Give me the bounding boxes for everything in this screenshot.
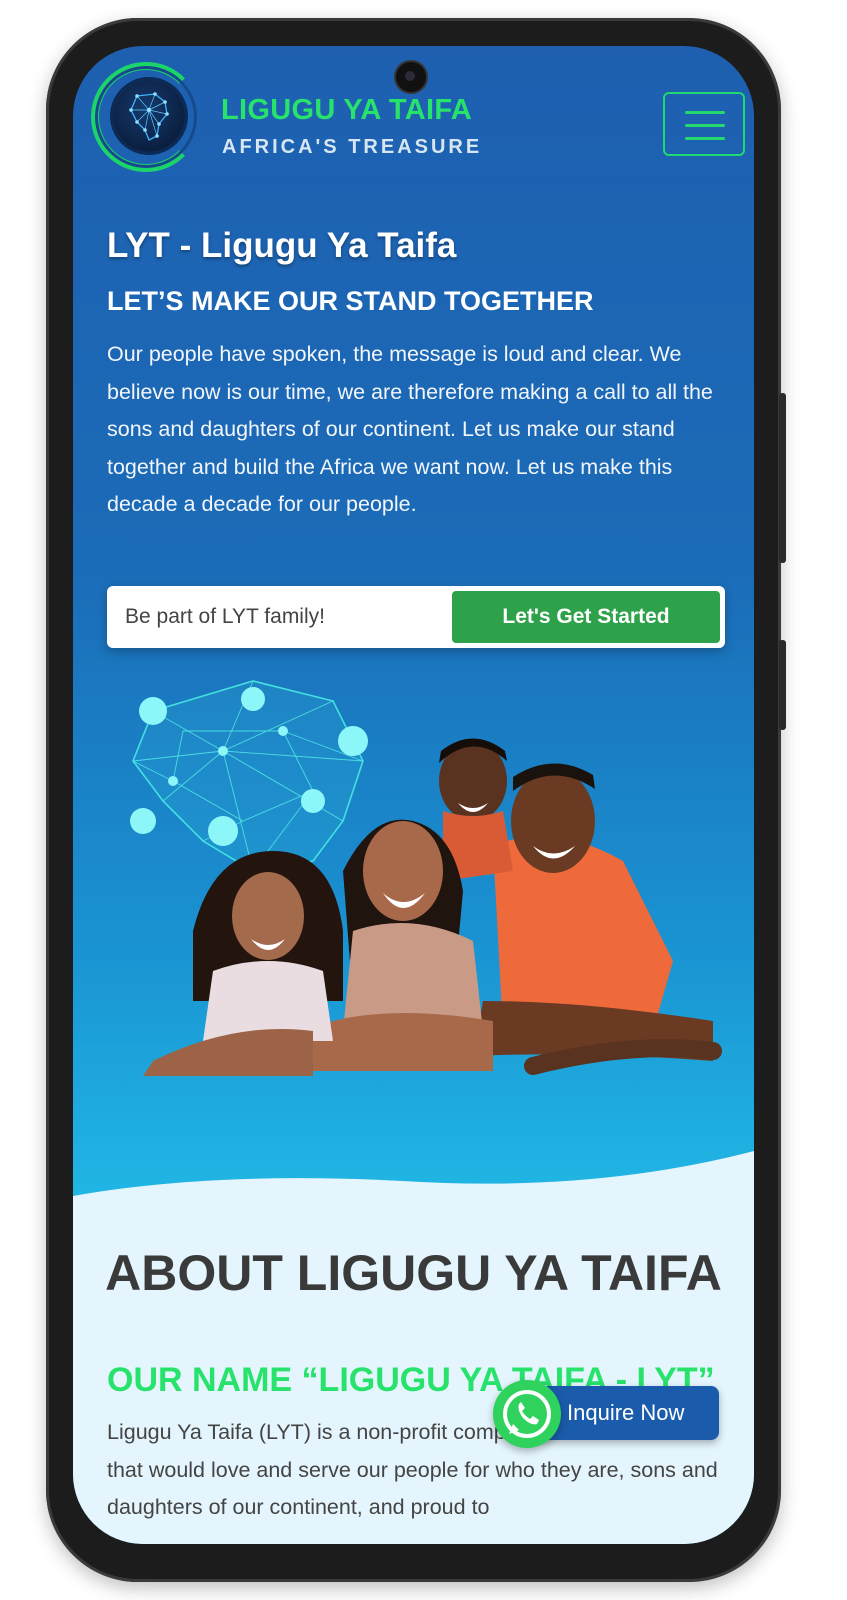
phone-side-button [779, 393, 786, 563]
hero-title: LYT - Ligugu Ya Taifa [107, 226, 457, 265]
hero-family-illustration [130, 680, 722, 1076]
get-started-button[interactable]: Let's Get Started [452, 591, 720, 643]
mobile-screen: LIGUGU YA TAIFA AFRICA'S TREASURE LYT - … [73, 46, 754, 1544]
brand-name[interactable]: LIGUGU YA TAIFA [221, 94, 472, 127]
whatsapp-icon[interactable] [493, 1380, 561, 1448]
inquire-now-button[interactable]: Inquire Now [539, 1386, 719, 1440]
brand-tagline: AFRICA'S TREASURE [222, 136, 483, 158]
hamburger-menu-icon[interactable] [663, 92, 745, 156]
africa-network-graphic [130, 680, 368, 872]
signup-form: Let's Get Started [107, 586, 725, 648]
phone-side-button [779, 640, 786, 730]
hero-description: Our people have spoken, the message is l… [107, 342, 713, 516]
signup-input[interactable] [107, 586, 447, 648]
section-wave-divider [73, 1151, 754, 1221]
hero-subtitle: LET’S MAKE OUR STAND TOGETHER [107, 286, 594, 316]
africa-network-globe-icon [113, 80, 185, 152]
camera-icon [396, 62, 426, 92]
inquire-now-label: Inquire Now [567, 1400, 685, 1425]
about-title: ABOUT LIGUGU YA TAIFA [105, 1245, 722, 1301]
